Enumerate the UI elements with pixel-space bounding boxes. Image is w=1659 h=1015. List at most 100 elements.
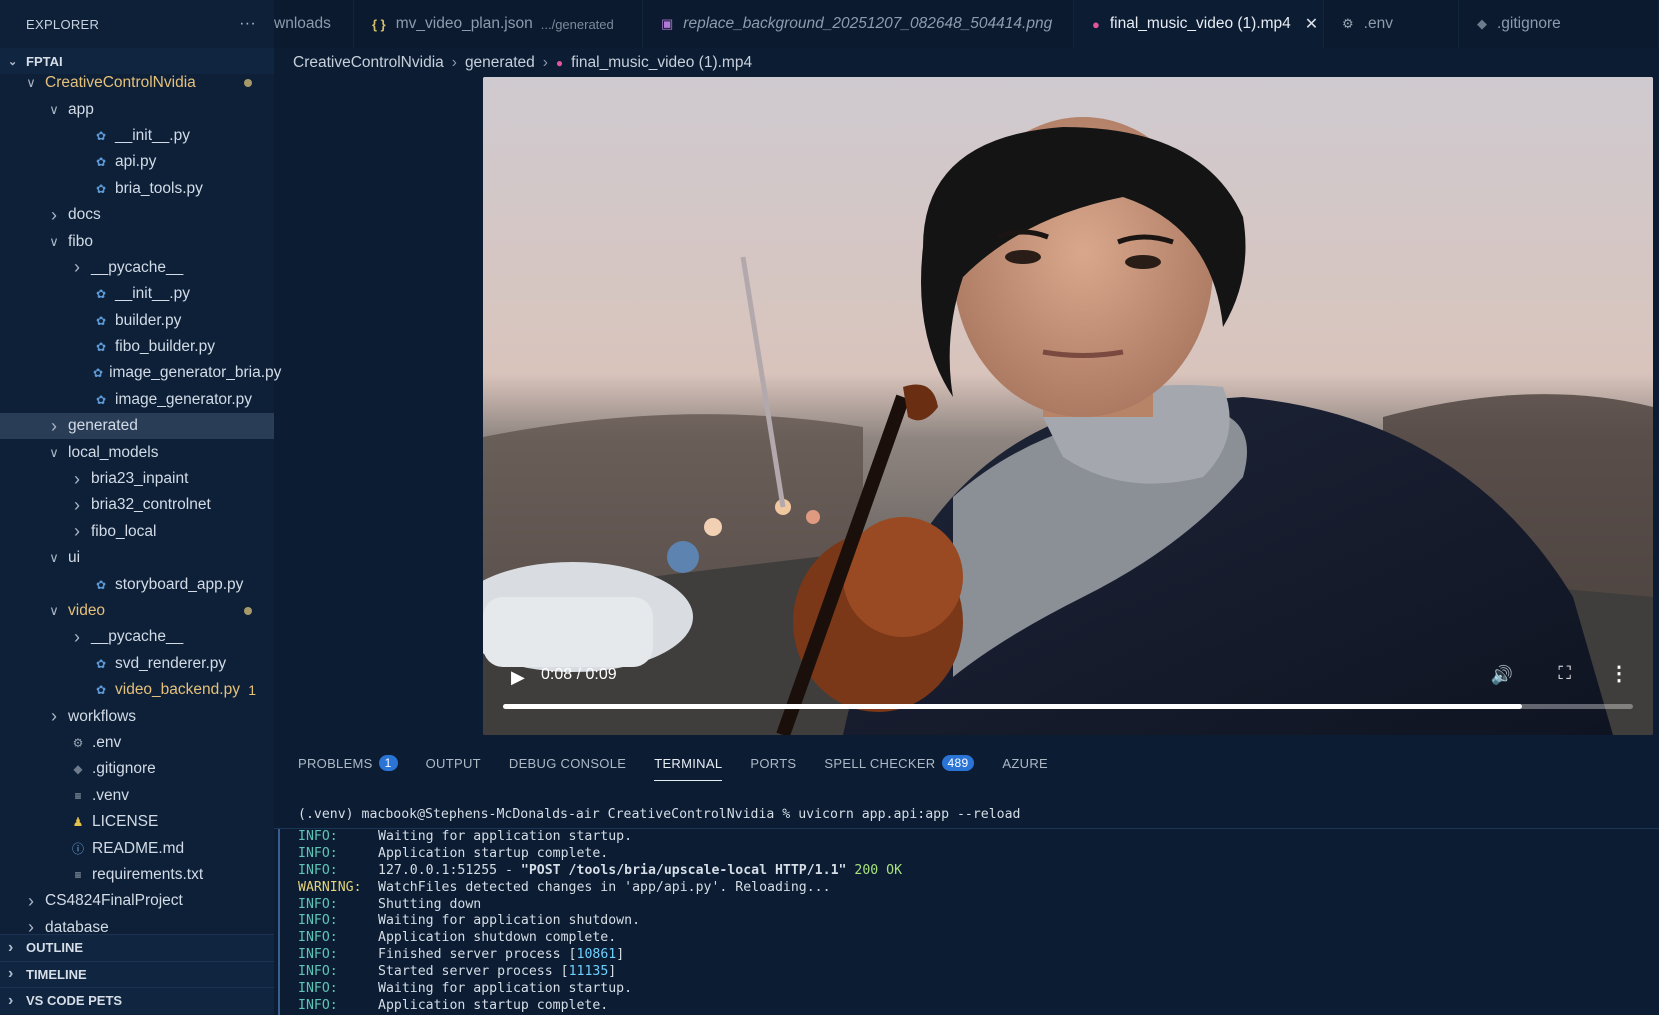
log-level: INFO: [298,845,338,861]
tree-item-label: workflows [68,707,137,725]
gear-icon: ⚙ [1342,16,1354,31]
count-badge: 489 [941,755,975,771]
file-item[interactable]: ✿ image_generator_bria.py [0,360,281,386]
folder-item[interactable]: › bria32_controlnet [0,492,274,518]
file-item[interactable]: ✿ builder.py [0,308,274,334]
file-item[interactable]: ⚙ .env [0,730,274,756]
folder-item[interactable]: › docs [0,202,274,228]
file-item[interactable]: ◆ .gitignore [0,756,274,782]
tree-item-label: generated [68,417,138,435]
explorer-sidebar: EXPLORER ··· ⌄ FPTAI ∨ CreativeControlNvi… [0,0,281,1015]
panel-tab-debug-console[interactable]: DEBUG CONSOLE [509,745,626,781]
python-file-icon: ✿ [95,313,107,328]
section-header-vs-code-pets[interactable]: › VS CODE PETS [0,987,274,1014]
video-player[interactable]: ▶ 0:08 / 0:09 🔊 ⛶ ⋮ [483,77,1653,735]
folder-item[interactable]: › fibo_local [0,519,274,545]
file-item[interactable]: ✿ fibo_builder.py [0,334,274,360]
modified-dot [244,607,252,615]
license-icon: ♟ [72,815,84,830]
video-controls: ▶ 0:08 / 0:09 🔊 ⛶ ⋮ [483,655,1653,735]
log-message: Application startup complete. [378,997,609,1013]
file-item[interactable]: ✿ storyboard_app.py [0,571,274,597]
problem-count: 1 [248,682,256,699]
folder-item[interactable]: ∨ CreativeControlNvidia [0,70,274,96]
folder-item[interactable]: › __pycache__ [0,624,274,650]
volume-icon[interactable]: 🔊 [1491,665,1513,686]
file-item[interactable]: ≡ requirements.txt [0,862,274,888]
panel-tab-label: SPELL CHECKER [824,755,936,771]
breadcrumb-item[interactable]: final_music_video (1).mp4 [571,54,752,72]
folder-item[interactable]: ∨ video [0,598,274,624]
terminal-line: INFO: Waiting for application shutdown. [274,913,1659,930]
tree-item-label: CreativeControlNvidia [45,74,196,92]
folder-item[interactable]: › __pycache__ [0,255,274,281]
tab-path: .../generated [540,16,614,32]
workspace-title: FPTAI [26,53,63,69]
video-progress-bar[interactable] [503,704,1633,709]
folder-item[interactable]: › CS4824FinalProject [0,888,274,914]
panel-tab-terminal[interactable]: TERMINAL [654,745,723,781]
tree-item-label: bria23_inpaint [91,470,189,488]
folder-item[interactable]: ∨ fibo [0,228,274,254]
file-item[interactable]: ✿ bria_tools.py [0,176,274,202]
file-item[interactable]: ≡ .venv [0,783,274,809]
gear-icon: ⚙ [72,735,84,750]
panel-tab-problems[interactable]: PROBLEMS 1 [298,745,398,781]
modified-dot [244,79,252,88]
terminal-line: INFO: Waiting for application startup. [274,981,1659,998]
file-item[interactable]: ✿ __init__.py [0,281,274,307]
log-message: WatchFiles detected changes in 'app/api.… [378,879,831,895]
folder-item[interactable]: ∨ local_models [0,439,274,465]
terminal-line: INFO: 127.0.0.1:51255 - "POST /tools/bria… [274,863,1659,880]
chevron-right-icon: › [8,991,14,1009]
close-icon[interactable]: ✕ [1305,14,1318,34]
file-item[interactable]: ✿ image_generator.py [0,387,274,413]
editor-tab[interactable]: ● final_music_video (1).mp4 ✕ [1074,0,1324,48]
folder-item[interactable]: ∨ ui [0,545,274,571]
editor-tab[interactable]: ⚙ .env [1324,0,1459,48]
file-item[interactable]: ♟ LICENSE [0,809,274,835]
breadcrumb-item[interactable]: generated [465,54,535,72]
tab-label: .gitignore [1497,15,1561,32]
fullscreen-icon[interactable]: ⛶ [1558,663,1571,684]
panel-tab-azure[interactable]: AZURE [1002,745,1048,781]
folder-item[interactable]: › bria23_inpaint [0,466,274,492]
python-file-icon: ✿ [95,155,107,170]
editor-tab[interactable]: ▣ replace_background_20251207_082648_5044… [643,0,1074,48]
video-file-icon: ● [1092,16,1100,32]
panel-tab-output[interactable]: OUTPUT [426,745,481,781]
play-icon[interactable]: ▶ [511,667,525,688]
tree-item-label: __init__.py [115,285,190,303]
panel-tab-ports[interactable]: PORTS [750,745,796,781]
tree-item-label: fibo [68,232,93,250]
tree-item-label: image_generator.py [115,390,253,408]
file-item[interactable]: ⓘ README.md [0,835,274,861]
editor-tab[interactable]: ◆ .gitignore [1459,0,1659,48]
file-item[interactable]: ✿ api.py [0,149,274,175]
section-header-outline[interactable]: › OUTLINE [0,934,274,961]
folder-item[interactable]: › generated [0,413,274,440]
folder-item[interactable]: ∨ app [0,96,274,122]
editor-tab[interactable]: { } mv_video_plan.json .../generated [354,0,643,48]
section-header-timeline[interactable]: › TIMELINE [0,960,274,987]
more-actions-icon[interactable]: ··· [239,15,256,33]
file-item[interactable]: ✿ __init__.py [0,123,274,149]
log-message: Application shutdown complete. [378,930,617,946]
tree-item-label: __init__.py [115,126,190,144]
editor-tab[interactable]: wnloads [274,0,354,48]
log-level: WARNING: [298,879,362,895]
git-icon: ◆ [73,762,83,777]
panel-tab-spell-checker[interactable]: SPELL CHECKER 489 [824,745,975,781]
more-options-icon[interactable]: ⋮ [1609,661,1629,686]
video-file-icon: ● [555,56,564,70]
tab-label: .env [1363,15,1393,32]
tree-item-label: .env [92,733,122,751]
file-item[interactable]: ✿ video_backend.py 1 [0,677,274,703]
terminal-prompt: (.venv) macbook@Stephens-McDonalds-air C… [298,807,1021,822]
file-item[interactable]: ✿ svd_renderer.py [0,651,274,677]
terminal[interactable]: (.venv) macbook@Stephens-McDonalds-air C… [274,805,1659,1015]
breadcrumb-item[interactable]: CreativeControlNvidia [293,54,444,72]
chevron-down-icon: ∨ [26,75,36,91]
folder-item[interactable]: › workflows [0,703,274,729]
terminal-line: INFO: Finished server process [10861] [274,947,1659,964]
